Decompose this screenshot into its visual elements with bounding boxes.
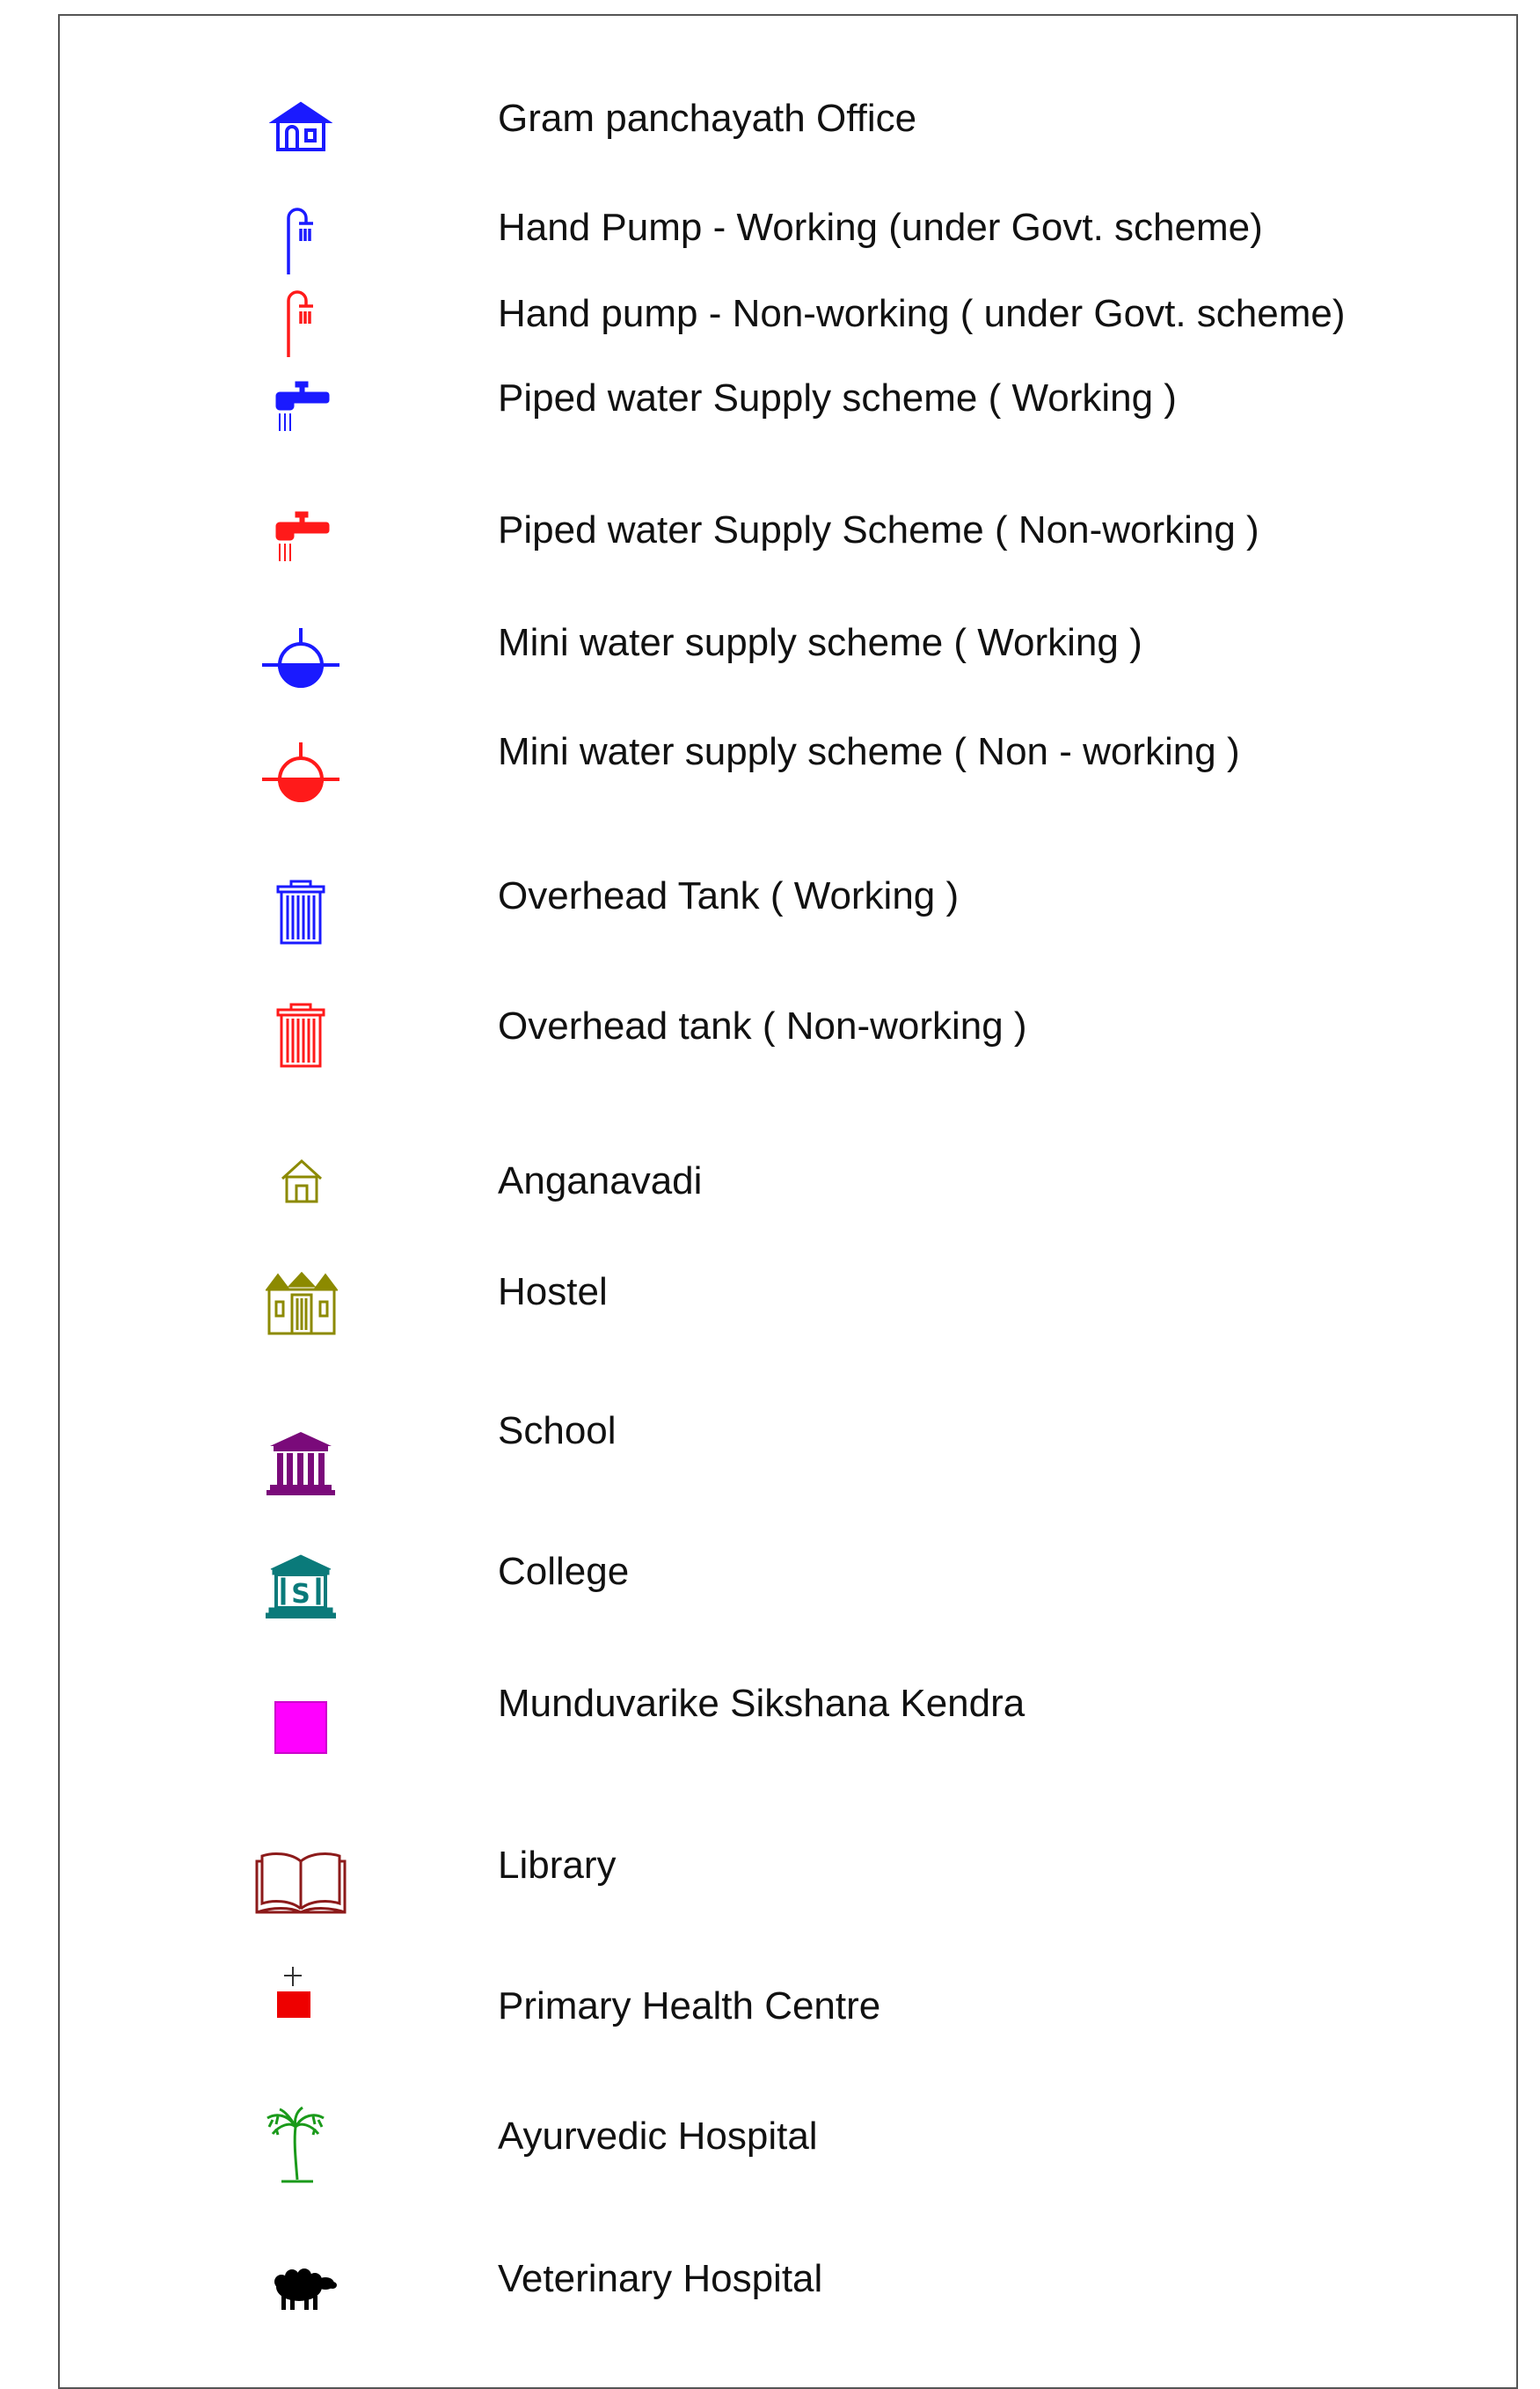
legend-label: Munduvarike Sikshana Kendra bbox=[498, 1682, 1025, 1725]
hand-pump-icon bbox=[287, 290, 313, 357]
legend-label: Hostel bbox=[498, 1270, 608, 1313]
magenta-square-icon bbox=[274, 1701, 327, 1754]
legend-label: Gram panchayath Office bbox=[498, 97, 917, 140]
overhead-tank-icon bbox=[276, 1003, 325, 1068]
legend-frame bbox=[58, 14, 1518, 2389]
mini-water-supply-icon bbox=[262, 742, 339, 802]
overhead-tank-icon bbox=[276, 880, 325, 945]
palm-tree-icon bbox=[266, 2106, 325, 2183]
legend-label: Piped water Supply scheme ( Working ) bbox=[498, 376, 1177, 420]
legend-label: School bbox=[498, 1409, 617, 1452]
college-icon: S bbox=[266, 1554, 336, 1618]
anganavadi-house-icon bbox=[281, 1158, 323, 1203]
legend-label: Veterinary Hospital bbox=[498, 2257, 823, 2300]
mini-water-supply-icon bbox=[262, 628, 339, 688]
hand-pump-icon bbox=[287, 208, 313, 274]
legend-label: College bbox=[498, 1550, 630, 1593]
legend-label: Mini water supply scheme ( Working ) bbox=[498, 621, 1142, 664]
legend-item-veterinary-hospital: Veterinary Hospital bbox=[0, 0, 1540, 2310]
legend-label: Mini water supply scheme ( Non - working… bbox=[498, 730, 1240, 773]
school-icon bbox=[266, 1432, 335, 1495]
legend-label: Piped water Supply Scheme ( Non-working … bbox=[498, 508, 1259, 552]
legend-label: Library bbox=[498, 1844, 617, 1887]
library-book-icon bbox=[255, 1852, 347, 1914]
legend-label: Ayurvedic Hospital bbox=[498, 2115, 818, 2158]
legend-label: Anganavadi bbox=[498, 1159, 703, 1202]
tap-icon bbox=[275, 511, 330, 561]
legend-label: Primary Health Centre bbox=[498, 1984, 881, 2027]
legend-label: Overhead tank ( Non-working ) bbox=[498, 1005, 1027, 1048]
tap-icon bbox=[275, 381, 330, 431]
legend-label: Hand pump - Non-working ( under Govt. sc… bbox=[498, 292, 1346, 335]
legend-label: Hand Pump - Working (under Govt. scheme) bbox=[498, 206, 1263, 249]
sheep-icon bbox=[274, 2268, 337, 2310]
svg-text:S: S bbox=[291, 1579, 310, 1610]
health-centre-icon bbox=[277, 1967, 310, 2018]
gram-panchayath-office-icon bbox=[269, 101, 332, 151]
hostel-icon bbox=[266, 1272, 338, 1335]
legend-label: Overhead Tank ( Working ) bbox=[498, 874, 960, 917]
